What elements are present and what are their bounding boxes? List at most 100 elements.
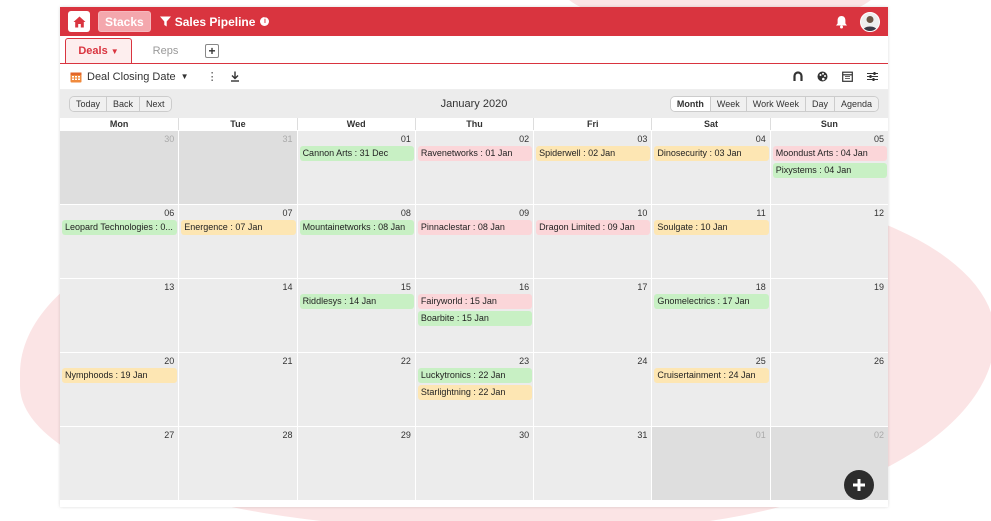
day-cell[interactable]: 13 [60, 278, 179, 352]
day-cell[interactable]: 24 [533, 352, 652, 426]
day-cell[interactable]: 17 [533, 278, 652, 352]
more-options-icon[interactable]: ⋮ [207, 70, 218, 83]
deal-event[interactable]: Ravenetworks : 01 Jan [417, 146, 533, 161]
day-cell[interactable]: 27 [60, 426, 179, 500]
pipeline-title: Sales Pipeline [174, 14, 256, 29]
add-tab-button[interactable]: + [205, 44, 219, 58]
home-icon [73, 16, 85, 27]
day-number: 30 [164, 134, 175, 144]
day-cell[interactable]: 19 [769, 278, 888, 352]
day-cell[interactable]: 11 Soulgate : 10 Jan [651, 204, 770, 278]
day-number: 01 [400, 134, 411, 144]
add-event-button[interactable] [844, 470, 874, 500]
day-cell[interactable]: 07 Energence : 07 Jan [178, 204, 297, 278]
day-name-thu: Thu [414, 118, 533, 130]
day-cell[interactable]: 23 Luckytronics : 22 Jan Starlightning : 2… [414, 352, 534, 426]
palette-icon[interactable] [817, 71, 828, 82]
app-window: Stacks Sales Pipeline i Deals ▼ Reps + D… [60, 7, 888, 507]
deal-event[interactable]: Moondust Arts : 04 Jan [772, 146, 887, 161]
nav-today-button[interactable]: Today [70, 97, 108, 111]
day-cell[interactable]: 30 [60, 130, 179, 204]
day-cell[interactable]: 05 Moondust Arts : 04 Jan Pixystems : 04 J… [769, 130, 888, 204]
day-cell[interactable]: 31 [533, 426, 652, 500]
nav-back-button[interactable]: Back [107, 97, 141, 111]
day-cell[interactable]: 03 Spiderwell : 02 Jan [533, 130, 652, 204]
day-cell[interactable]: 15 Riddlesys : 14 Jan [296, 278, 415, 352]
home-button[interactable] [68, 11, 90, 32]
deal-event[interactable]: Cannon Arts : 31 Dec [299, 146, 414, 161]
view-agenda-button[interactable]: Agenda [834, 97, 878, 111]
deal-event[interactable]: Luckytronics : 22 Jan [417, 368, 533, 383]
month-grid: 30 31 01 Cannon Arts : 31 Dec 02 Ravenetworks… [60, 130, 888, 500]
deal-event[interactable]: Spiderwell : 02 Jan [536, 146, 651, 161]
day-number: 31 [637, 430, 648, 440]
deal-event[interactable]: Soulgate : 10 Jan [654, 220, 769, 235]
day-number: 26 [873, 356, 884, 366]
deal-event[interactable]: Fairyworld : 15 Jan [417, 294, 533, 309]
deal-event[interactable]: Mountainetworks : 08 Jan [299, 220, 414, 235]
deal-event[interactable]: Boarbite : 15 Jan [417, 311, 533, 326]
bell-icon[interactable] [835, 15, 848, 29]
day-cell[interactable]: 14 [178, 278, 297, 352]
stacks-button[interactable]: Stacks [98, 11, 151, 32]
day-cell[interactable]: 18 Gnomelectrics : 17 Jan [651, 278, 770, 352]
day-cell[interactable]: 01 Cannon Arts : 31 Dec [296, 130, 415, 204]
day-number: 25 [755, 356, 766, 366]
deal-event[interactable]: Starlightning : 22 Jan [417, 385, 533, 400]
day-cell[interactable]: 25 Cruisertainment : 24 Jan [651, 352, 770, 426]
magnet-icon[interactable] [793, 71, 803, 82]
day-name-header: Mon Tue Wed Thu Fri Sat Sun [60, 118, 888, 130]
day-cell[interactable]: 26 [769, 352, 888, 426]
day-number: 07 [282, 208, 293, 218]
day-cell[interactable]: 22 [296, 352, 415, 426]
deal-event[interactable]: Cruisertainment : 24 Jan [654, 368, 769, 383]
day-cell[interactable]: 04 Dinosecurity : 03 Jan [651, 130, 770, 204]
day-cell[interactable]: 06 Leopard Technologies : 0... [60, 204, 179, 278]
day-cell[interactable]: 08 Mountainetworks : 08 Jan [296, 204, 415, 278]
day-cell[interactable]: 30 [414, 426, 534, 500]
info-icon[interactable]: i [260, 17, 270, 26]
day-cell[interactable]: 12 [769, 204, 888, 278]
deal-event[interactable]: Dragon Limited : 09 Jan [536, 220, 651, 235]
week-row: 27 28 29 30 31 01 02 [60, 426, 888, 500]
day-number: 02 [519, 134, 530, 144]
nav-next-button[interactable]: Next [140, 97, 171, 111]
day-name-tue: Tue [178, 118, 296, 130]
day-cell[interactable]: 20 Nymphoods : 19 Jan [60, 352, 179, 426]
view-day-button[interactable]: Day [805, 97, 835, 111]
deal-event[interactable]: Riddlesys : 14 Jan [299, 294, 414, 309]
download-icon[interactable] [230, 71, 240, 82]
calendar-icon[interactable] [842, 71, 853, 82]
deal-event[interactable]: Dinosecurity : 03 Jan [654, 146, 769, 161]
deal-event[interactable]: Leopard Technologies : 0... [62, 220, 178, 235]
day-cell[interactable]: 29 [296, 426, 415, 500]
day-cell[interactable]: 02 Ravenetworks : 01 Jan [414, 130, 534, 204]
day-cell[interactable]: 31 [178, 130, 297, 204]
day-cell[interactable]: 10 Dragon Limited : 09 Jan [533, 204, 652, 278]
toolbar: Deal Closing Date ▼ ⋮ [60, 64, 888, 90]
view-month-button[interactable]: Month [670, 97, 711, 111]
day-cell[interactable]: 01 [651, 426, 770, 500]
tab-deals[interactable]: Deals ▼ [65, 38, 132, 63]
view-week-button[interactable]: Week [710, 97, 747, 111]
deal-event[interactable]: Gnomelectrics : 17 Jan [654, 294, 769, 309]
deal-event[interactable]: Pixystems : 04 Jan [772, 163, 887, 178]
view-work-week-button[interactable]: Work Week [746, 97, 806, 111]
day-cell[interactable]: 16 Fairyworld : 15 Jan Boarbite : 15 Jan [414, 278, 534, 352]
deal-event[interactable]: Pinnaclestar : 08 Jan [417, 220, 533, 235]
day-number: 27 [164, 430, 175, 440]
avatar[interactable] [860, 11, 880, 32]
view-button-group: Month Week Work Week Day Agenda [669, 96, 879, 112]
pipeline-selector[interactable]: Sales Pipeline i [159, 14, 270, 29]
sliders-icon[interactable] [867, 71, 878, 82]
deal-event[interactable]: Nymphoods : 19 Jan [62, 368, 178, 383]
week-row: 06 Leopard Technologies : 0... 07 Energence… [60, 204, 888, 278]
day-cell[interactable]: 21 [178, 352, 297, 426]
plus-icon [853, 479, 865, 491]
deal-event[interactable]: Energence : 07 Jan [181, 220, 296, 235]
tab-reps[interactable]: Reps [132, 39, 199, 63]
day-cell[interactable]: 09 Pinnaclestar : 08 Jan [414, 204, 534, 278]
day-number: 12 [873, 208, 884, 218]
date-field-selector[interactable]: Deal Closing Date ▼ [70, 71, 189, 83]
day-cell[interactable]: 28 [178, 426, 297, 500]
